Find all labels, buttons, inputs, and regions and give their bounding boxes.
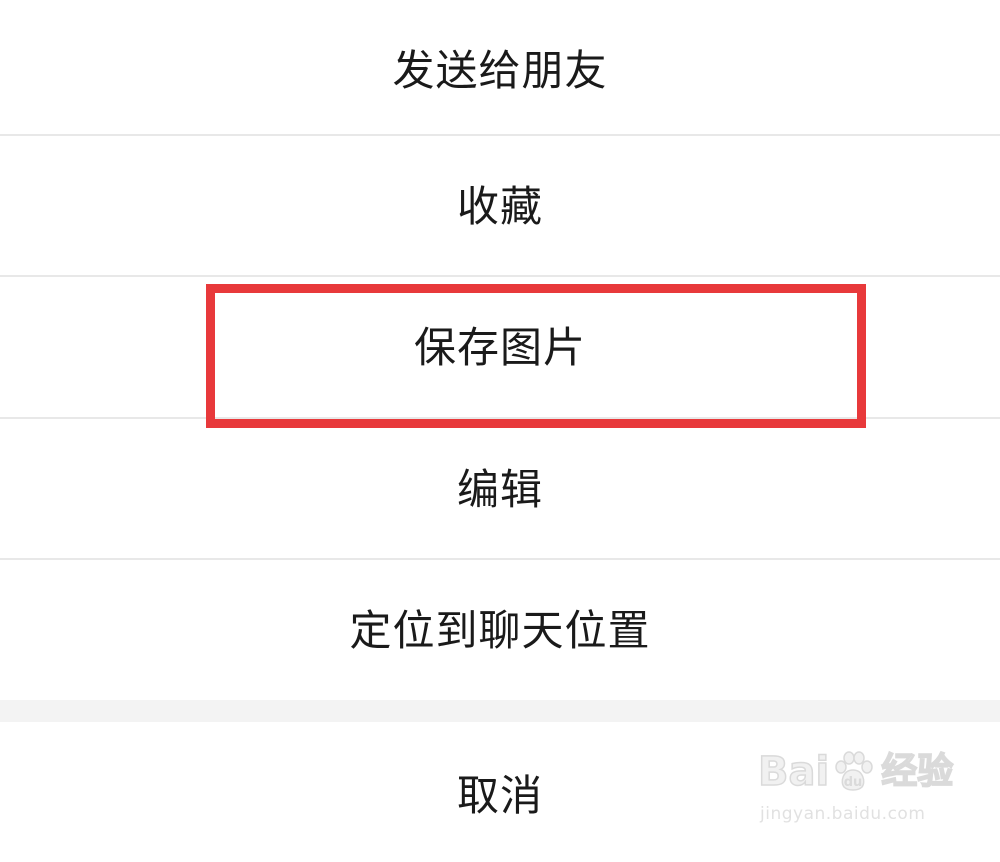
locate-in-chat-button[interactable]: 定位到聊天位置: [0, 560, 1000, 694]
cancel-label: 取消: [456, 770, 543, 820]
save-image-button[interactable]: 保存图片: [0, 277, 1000, 411]
send-to-friend-button[interactable]: 发送给朋友: [0, 0, 1000, 134]
favorite-button[interactable]: 收藏: [0, 136, 1000, 270]
action-sheet: 发送给朋友 收藏 保存图片 编辑 定位到聊天位置 取消 Bai du 经验 ji…: [0, 0, 1000, 862]
save-image-label: 保存图片: [413, 322, 586, 372]
send-to-friend-label: 发送给朋友: [392, 45, 608, 95]
favorite-label: 收藏: [456, 181, 543, 231]
locate-in-chat-label: 定位到聊天位置: [349, 605, 651, 655]
edit-label: 编辑: [456, 464, 543, 514]
section-gap: [0, 700, 1000, 722]
edit-button[interactable]: 编辑: [0, 419, 1000, 553]
cancel-button[interactable]: 取消: [0, 722, 1000, 862]
